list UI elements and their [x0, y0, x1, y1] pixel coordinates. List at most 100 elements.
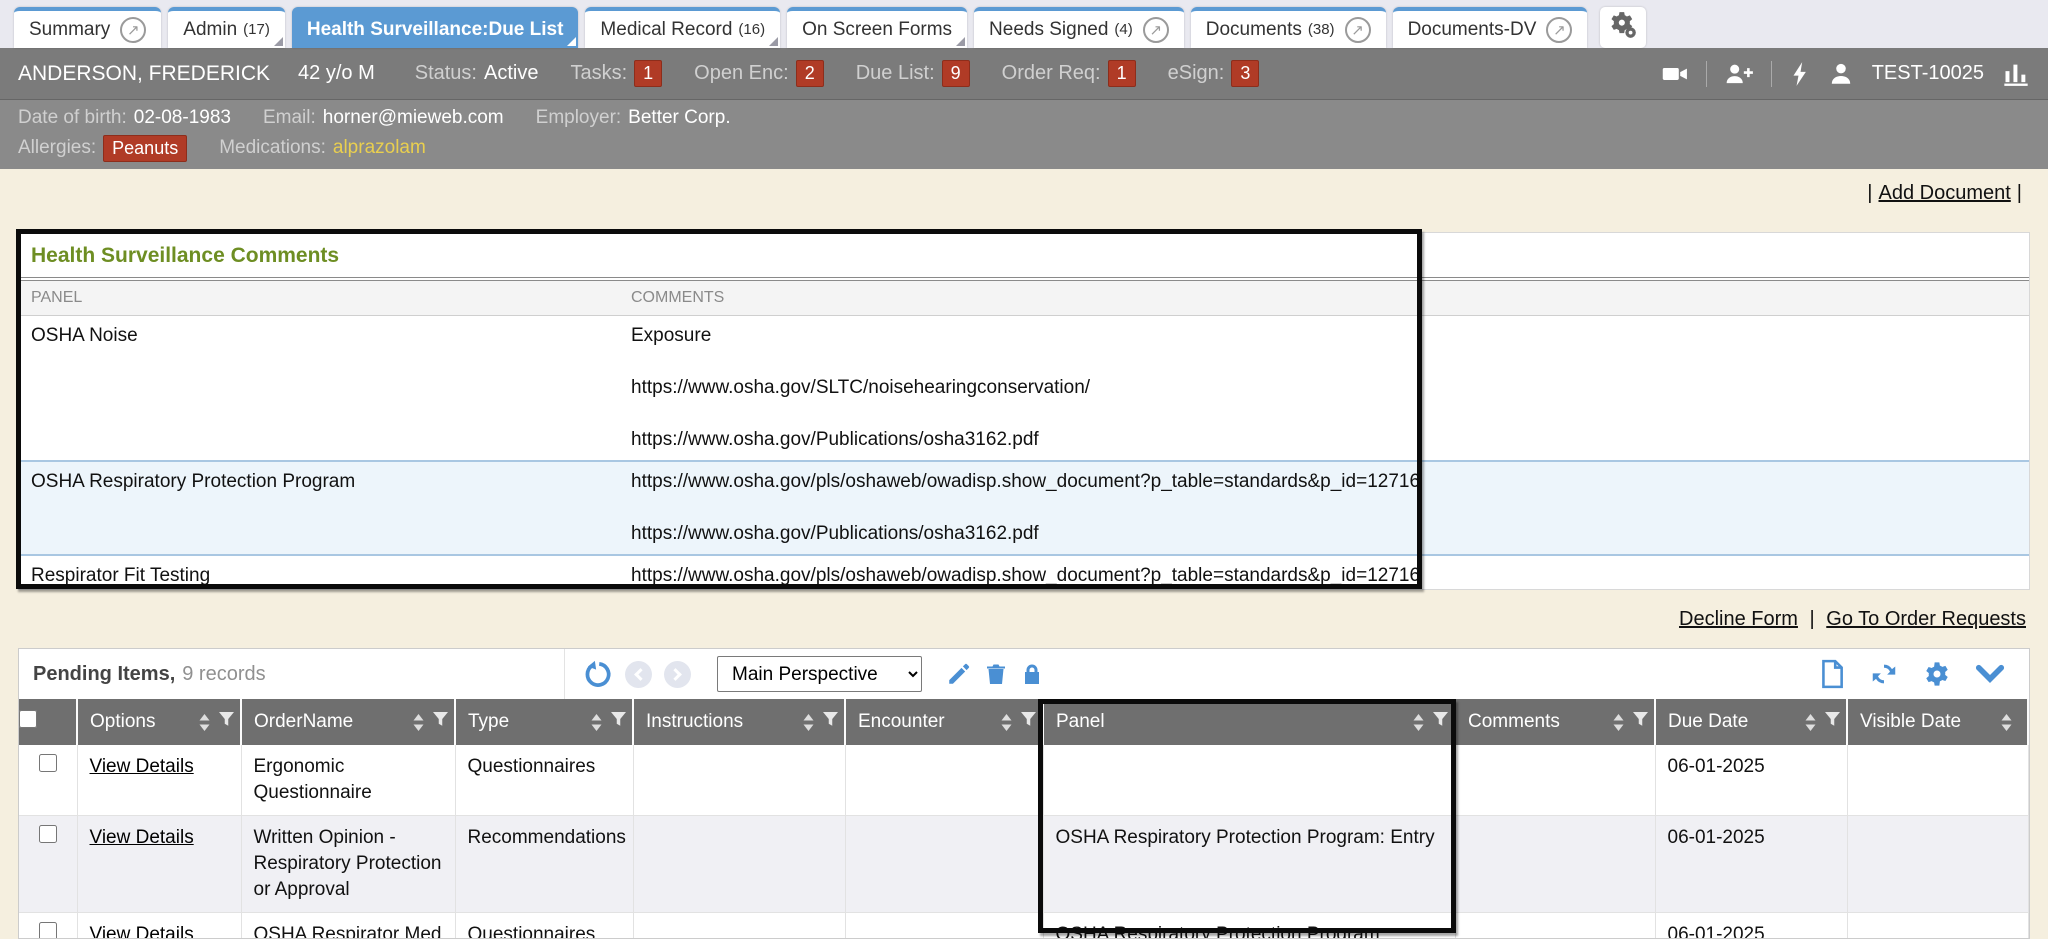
lightning-icon[interactable]	[1790, 61, 1810, 87]
row-checkbox[interactable]	[39, 754, 57, 772]
lock-icon[interactable]	[1020, 661, 1044, 687]
filter-funnel-icon[interactable]	[1433, 711, 1448, 733]
tab-admin[interactable]: Admin (17)	[168, 7, 285, 48]
tab-settings-button[interactable]	[1600, 7, 1646, 48]
add-person-icon[interactable]	[1725, 61, 1753, 87]
sort-icon[interactable]	[590, 714, 603, 731]
due-date-cell: 06-01-2025	[1655, 816, 1847, 913]
patient-age-sex: 42 y/o M	[298, 62, 375, 85]
tab-count: (17)	[243, 21, 270, 38]
previous-page-icon[interactable]	[625, 661, 652, 688]
tab-label: Documents	[1206, 19, 1302, 41]
person-icon[interactable]	[1828, 61, 1854, 87]
table-row: View Details Ergonomic Questionnaire Que…	[19, 745, 2028, 816]
bar-chart-icon[interactable]	[2002, 60, 2030, 88]
add-document-link[interactable]: Add Document	[1879, 182, 2011, 204]
panel-cell	[1043, 745, 1455, 816]
due-list-label: Due List:	[856, 62, 935, 85]
refresh-icon[interactable]	[1869, 659, 1899, 689]
tab-needs-signed[interactable]: Needs Signed (4) ↗	[974, 7, 1184, 48]
row-checkbox[interactable]	[39, 922, 57, 939]
external-link-icon[interactable]: ↗	[1546, 17, 1572, 43]
tab-on-screen-forms[interactable]: On Screen Forms	[787, 7, 967, 48]
perspective-select[interactable]: Main Perspective	[717, 656, 922, 692]
column-header-panel[interactable]: Panel	[1043, 699, 1455, 745]
view-details-link[interactable]: View Details	[90, 924, 194, 939]
row-checkbox[interactable]	[39, 825, 57, 843]
gears-icon	[1609, 11, 1637, 44]
filter-funnel-icon[interactable]	[611, 711, 626, 733]
edit-pencil-icon[interactable]	[946, 661, 972, 687]
filter-funnel-icon[interactable]	[1825, 711, 1840, 733]
comments-cell	[1455, 745, 1655, 816]
filter-funnel-icon[interactable]	[823, 711, 838, 733]
due-list-counter: Due List: 9	[856, 60, 970, 87]
sort-icon[interactable]	[1412, 714, 1425, 731]
go-to-order-requests-link[interactable]: Go To Order Requests	[1826, 608, 2026, 630]
next-page-icon[interactable]	[664, 661, 691, 688]
medication-value[interactable]: alprazolam	[333, 133, 426, 163]
column-header-comments: COMMENTS	[631, 289, 2017, 307]
pipe: |	[1810, 608, 1815, 630]
esign-badge[interactable]: 3	[1231, 60, 1259, 87]
tab-documents-dv[interactable]: Documents-DV ↗	[1393, 7, 1588, 48]
comments-row-osha-respiratory[interactable]: OSHA Respiratory Protection Program http…	[19, 460, 2029, 556]
sort-icon[interactable]	[1000, 714, 1013, 731]
column-header-options[interactable]: Options	[77, 699, 241, 745]
column-header-visible-date[interactable]: Visible Date	[1847, 699, 2028, 745]
comments-row-osha-noise[interactable]: OSHA Noise Exposure https://www.osha.gov…	[19, 316, 2029, 460]
column-header-instructions[interactable]: Instructions	[633, 699, 845, 745]
comments-row-respirator-fit[interactable]: Respirator Fit Testing https://www.osha.…	[19, 556, 2029, 596]
sort-icon[interactable]	[1804, 714, 1817, 731]
gear-icon[interactable]	[1923, 660, 1951, 688]
filter-funnel-icon[interactable]	[219, 711, 234, 733]
order-req-badge[interactable]: 1	[1108, 60, 1136, 87]
filter-funnel-icon[interactable]	[1021, 711, 1036, 733]
type-cell: Recommendations	[455, 816, 633, 913]
column-header-comments[interactable]: Comments	[1455, 699, 1655, 745]
new-document-icon[interactable]	[1819, 659, 1845, 689]
sort-icon[interactable]	[1612, 714, 1625, 731]
sort-icon[interactable]	[198, 714, 211, 731]
tab-label: Admin	[183, 19, 237, 41]
due-date-cell: 06-01-2025	[1655, 745, 1847, 816]
tab-documents[interactable]: Documents (38) ↗	[1191, 7, 1386, 48]
tab-count: (16)	[738, 21, 765, 38]
allergy-badge[interactable]: Peanuts	[103, 135, 187, 162]
column-header-type[interactable]: Type	[455, 699, 633, 745]
view-details-link[interactable]: View Details	[90, 756, 194, 777]
patient-name: ANDERSON, FREDERICK	[18, 62, 270, 86]
sort-icon[interactable]	[802, 714, 815, 731]
sort-icon[interactable]	[412, 714, 425, 731]
open-enc-badge[interactable]: 2	[796, 60, 824, 87]
sort-icon[interactable]	[2000, 714, 2013, 731]
select-all-checkbox[interactable]	[19, 710, 37, 728]
tasks-badge[interactable]: 1	[634, 60, 662, 87]
decline-form-link[interactable]: Decline Form	[1679, 608, 1798, 630]
panel-cell: OSHA Respiratory Protection Program: Ent…	[1043, 816, 1455, 913]
tab-health-surveillance-due-list[interactable]: Health Surveillance:Due List	[292, 7, 579, 48]
status-label: Status:	[415, 62, 477, 85]
health-surveillance-comments-panel: Health Surveillance Comments PANEL COMME…	[18, 232, 2030, 590]
tab-summary[interactable]: Summary ↗	[14, 7, 161, 48]
order-req-label: Order Req:	[1002, 62, 1101, 85]
column-header-due-date[interactable]: Due Date	[1655, 699, 1847, 745]
column-header-ordername[interactable]: OrderName	[241, 699, 455, 745]
external-link-icon[interactable]: ↗	[120, 17, 146, 43]
column-header-encounter[interactable]: Encounter	[845, 699, 1043, 745]
instructions-cell	[633, 913, 845, 939]
delete-trash-icon[interactable]	[984, 661, 1008, 687]
ordername-cell: OSHA Respirator Med Questionnaire	[241, 913, 455, 939]
undo-icon[interactable]	[583, 659, 613, 689]
video-camera-icon[interactable]	[1662, 61, 1688, 87]
tab-medical-record[interactable]: Medical Record (16)	[585, 7, 780, 48]
external-link-icon[interactable]: ↗	[1143, 17, 1169, 43]
chevron-down-icon[interactable]	[1975, 661, 2005, 687]
due-list-badge[interactable]: 9	[942, 60, 970, 87]
filter-funnel-icon[interactable]	[433, 711, 448, 733]
email-field: Email: horner@mieweb.com	[263, 103, 504, 133]
external-link-icon[interactable]: ↗	[1345, 17, 1371, 43]
dob-label: Date of birth:	[18, 103, 127, 133]
view-details-link[interactable]: View Details	[90, 827, 194, 848]
filter-funnel-icon[interactable]	[1633, 711, 1648, 733]
